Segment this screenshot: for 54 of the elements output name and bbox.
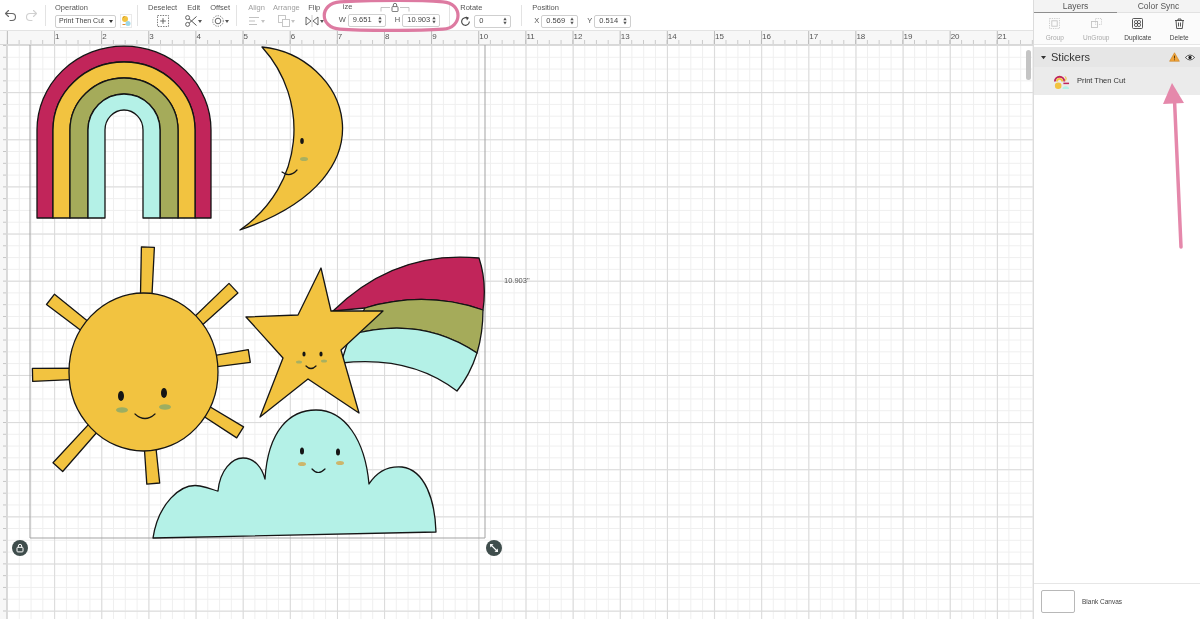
undo-icon — [4, 8, 17, 22]
ruler-number: 12 — [573, 32, 583, 41]
warning-icon[interactable] — [1169, 52, 1180, 62]
ruler-number: 13 — [620, 32, 630, 41]
lines-icon — [248, 15, 261, 27]
stepper-icon[interactable] — [623, 17, 628, 25]
canvas-swatch-icon — [1041, 590, 1075, 613]
deselect-button[interactable] — [156, 14, 169, 28]
ruler-number: 10 — [479, 32, 489, 41]
lock-icon[interactable] — [380, 1, 411, 12]
ruler-number: 17 — [809, 32, 819, 41]
group-icon — [1049, 18, 1061, 29]
flip-button[interactable] — [304, 14, 324, 28]
ruler-number: 19 — [903, 32, 913, 41]
ruler-number: 5 — [243, 32, 248, 41]
ruler-number: 14 — [667, 32, 677, 41]
caret-icon[interactable] — [1041, 54, 1046, 60]
flip-icon — [304, 15, 319, 27]
ruler-number: 20 — [950, 32, 960, 41]
edit-button[interactable] — [185, 14, 203, 28]
stepper-icon[interactable] — [432, 16, 437, 24]
caret-icon — [109, 19, 113, 23]
layer-group-row[interactable]: Stickers — [1034, 47, 1200, 67]
dashed-square-icon — [156, 15, 169, 27]
ruler-number: 11 — [526, 32, 535, 41]
ruler-number: 8 — [385, 32, 390, 41]
ungroup-icon — [1090, 18, 1102, 29]
ruler-number: 6 — [290, 32, 296, 41]
trash-icon — [1173, 18, 1185, 29]
ruler-number: 7 — [337, 32, 343, 41]
scrollbar-thumb[interactable] — [1026, 50, 1031, 80]
stepper-icon[interactable] — [570, 17, 575, 25]
ruler-number: 9 — [432, 32, 437, 41]
undo-button[interactable] — [4, 8, 17, 22]
stepper-icon[interactable] — [503, 17, 508, 25]
ruler-number: 15 — [714, 32, 724, 41]
scissors-icon — [185, 15, 198, 27]
ruler-number: 21 — [997, 32, 1007, 41]
ruler-number: 2 — [102, 32, 107, 41]
dashed-ring-icon — [211, 15, 224, 27]
ruler-number: 3 — [149, 32, 154, 41]
redo-icon — [25, 8, 38, 22]
stepper-icon[interactable] — [377, 16, 382, 24]
offset-button[interactable] — [211, 14, 229, 28]
duplicate-icon — [1132, 18, 1144, 29]
eye-icon[interactable] — [1185, 53, 1195, 61]
ruler-number: 1 — [55, 32, 60, 41]
resize-icon[interactable] — [486, 540, 502, 556]
rotate-icon — [460, 15, 472, 27]
ruler-number: 4 — [196, 32, 201, 41]
stacked-squares-icon — [277, 15, 290, 27]
lock-icon[interactable] — [12, 540, 28, 556]
ruler-number: 16 — [762, 32, 771, 41]
ruler-number: 18 — [856, 32, 866, 41]
